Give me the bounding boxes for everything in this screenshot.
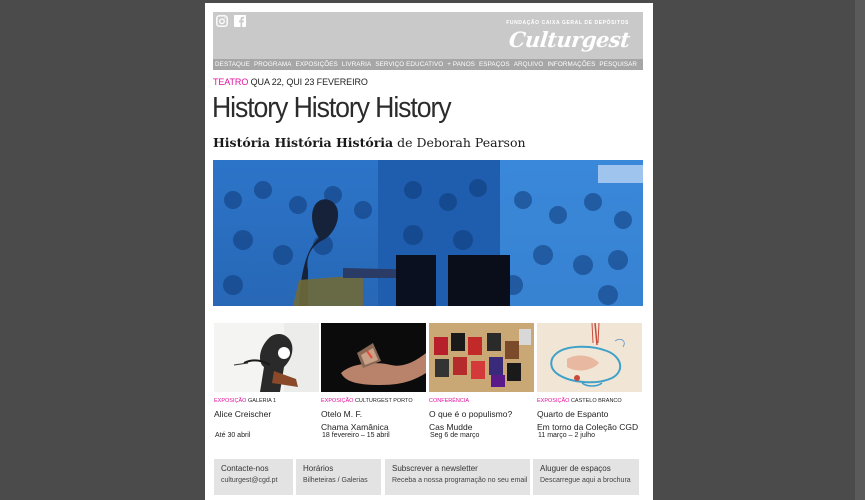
card-date: Seg 6 de março — [430, 432, 480, 439]
nav-item-espa-os[interactable]: ESPAÇOS — [477, 61, 512, 68]
instagram-icon[interactable] — [216, 15, 228, 27]
card-title[interactable]: O que é o populismo? — [429, 408, 534, 421]
card-venue: GALERIA 1 — [247, 398, 277, 404]
event-title[interactable]: History History History — [212, 92, 452, 125]
card-image[interactable] — [214, 323, 319, 392]
footer-newsletter-title: Subscrever a newsletter — [392, 464, 478, 473]
main-nav: DESTAQUE PROGRAMA EXPOSIÇÕES LIVRARIA SERVIÇ… — [213, 59, 643, 70]
card-venue: CULTURGEST PORTO — [354, 398, 413, 404]
card-category-line: EXPOSIÇÃO GALERIA 1 — [214, 398, 319, 404]
card-category-line: CONFERÊNCIA — [429, 398, 534, 404]
card-title[interactable]: Quarto de Espanto — [537, 408, 642, 421]
card-populismo[interactable]: CONFERÊNCIA O que é o populismo? Cas Mud… — [429, 323, 534, 453]
foundation-label: FUNDAÇÃO CAIXA GERAL DE DEPÓSITOS — [506, 20, 629, 26]
footer-rental-title: Aluguer de espaços — [540, 464, 611, 473]
card-date: 11 março – 2 julho — [538, 432, 596, 439]
card-title[interactable]: Alice Creischer — [214, 408, 319, 421]
card-category-line: EXPOSIÇÃO CULTURGEST PORTO — [321, 398, 426, 404]
card-category: EXPOSIÇÃO — [321, 398, 354, 404]
nav-item-exposi-es[interactable]: EXPOSIÇÕES — [294, 61, 340, 68]
footer-hours-text[interactable]: Bilheteiras / Galerias — [303, 477, 374, 484]
nav-item-programa[interactable]: PROGRAMA — [252, 61, 294, 68]
culturgest-logo[interactable]: Culturgest — [508, 27, 631, 52]
card-category: EXPOSIÇÃO — [214, 398, 247, 404]
event-category: TEATRO — [213, 77, 249, 87]
nav-item-panos[interactable]: + PANOS — [445, 61, 477, 68]
card-image[interactable] — [429, 323, 534, 392]
card-date: Até 30 abril — [215, 432, 251, 439]
card-category-line: EXPOSIÇÃO CASTELO BRANCO — [537, 398, 642, 404]
nav-item-pesquisar[interactable]: PESQUISAR — [597, 61, 639, 68]
event-meta: TEATRO QUA 22, QUI 23 FEVEREIRO — [213, 77, 368, 87]
footer-hours-title: Horários — [303, 464, 334, 473]
footer-newsletter-text[interactable]: Receba a nossa programação no seu email — [392, 477, 527, 484]
card-image[interactable] — [537, 323, 642, 392]
featured-cards: EXPOSIÇÃO GALERIA 1 Alice Creischer Até … — [213, 323, 643, 453]
footer-rental-text[interactable]: Descarregue aqui a brochura — [540, 477, 632, 484]
footer-contact-email[interactable]: culturgest@cgd.pt — [221, 477, 286, 484]
card-image[interactable] — [321, 323, 426, 392]
window-scrollbar[interactable] — [855, 0, 865, 500]
facebook-icon[interactable] — [234, 15, 246, 27]
nav-item-destaque[interactable]: DESTAQUE — [213, 61, 252, 68]
footer-hours[interactable]: Horários Bilheteiras / Galerias — [296, 459, 381, 495]
nav-item-servi-o-educativo[interactable]: SERVIÇO EDUCATIVO — [373, 61, 445, 68]
card-title[interactable]: Otelo M. F. — [321, 408, 426, 421]
event-subtitle-author: de Deborah Pearson — [393, 135, 526, 150]
card-otelo[interactable]: EXPOSIÇÃO CULTURGEST PORTO Otelo M. F. C… — [321, 323, 426, 453]
event-subtitle: História História História de Deborah Pe… — [213, 135, 526, 150]
card-quarto-espanto[interactable]: EXPOSIÇÃO CASTELO BRANCO Quarto de Espan… — [537, 323, 642, 453]
card-alice-creischer[interactable]: EXPOSIÇÃO GALERIA 1 Alice Creischer Até … — [214, 323, 319, 453]
card-category: CONFERÊNCIA — [429, 398, 470, 404]
newsletter-page: FUNDAÇÃO CAIXA GERAL DE DEPÓSITOS Cultur… — [205, 3, 653, 500]
footer-contact[interactable]: Contacte-nos culturgest@cgd.pt — [214, 459, 293, 495]
footer-rental[interactable]: Aluguer de espaços Descarregue aqui a br… — [533, 459, 639, 495]
nav-item-arquivo[interactable]: ARQUIVO — [512, 61, 546, 68]
hero-image[interactable] — [213, 160, 643, 306]
nav-item-livraria[interactable]: LIVRARIA — [340, 61, 374, 68]
card-date: 18 fevereiro – 15 abril — [322, 432, 390, 439]
footer-contact-title: Contacte-nos — [221, 464, 269, 473]
card-venue: CASTELO BRANCO — [570, 398, 622, 404]
site-header: FUNDAÇÃO CAIXA GERAL DE DEPÓSITOS Cultur… — [213, 12, 643, 59]
event-subtitle-title: História História História — [213, 135, 394, 150]
social-links — [216, 15, 246, 27]
card-category: EXPOSIÇÃO — [537, 398, 570, 404]
nav-item-informa-es[interactable]: INFORMAÇÕES — [545, 61, 597, 68]
event-dates: QUA 22, QUI 23 FEVEREIRO — [250, 77, 368, 87]
footer-newsletter[interactable]: Subscrever a newsletter Receba a nossa p… — [385, 459, 530, 495]
